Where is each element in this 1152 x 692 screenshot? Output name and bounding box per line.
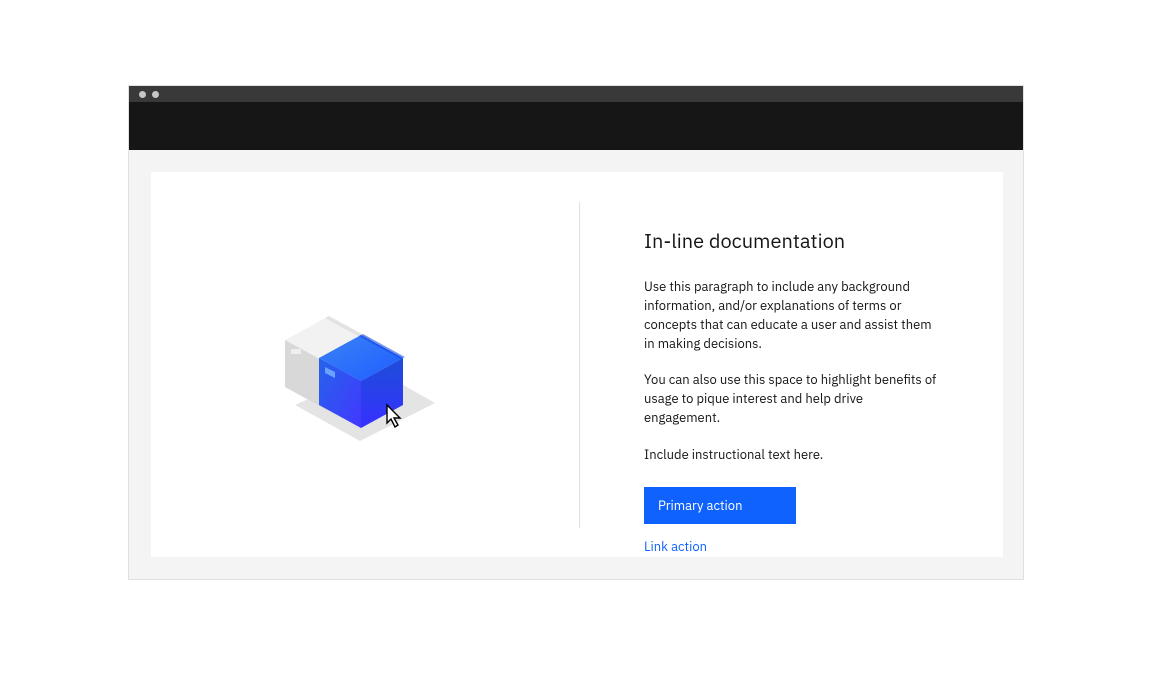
text-panel: In-line documentation Use this paragraph…	[580, 172, 1000, 557]
description-paragraph-2: You can also use this space to highlight…	[644, 371, 940, 428]
window-control-dot[interactable]	[139, 91, 146, 98]
empty-state-card: In-line documentation Use this paragraph…	[151, 172, 1003, 557]
instructional-text: Include instructional text here.	[644, 446, 940, 465]
window-control-dot[interactable]	[152, 91, 159, 98]
primary-action-button[interactable]: Primary action	[644, 487, 796, 524]
box-illustration	[275, 295, 455, 435]
illustration-panel	[151, 172, 579, 557]
content-area: In-line documentation Use this paragraph…	[129, 150, 1023, 579]
link-action[interactable]: Link action	[644, 538, 940, 555]
app-header	[129, 102, 1023, 150]
page-title: In-line documentation	[644, 228, 940, 254]
titlebar	[129, 86, 1023, 102]
browser-frame: In-line documentation Use this paragraph…	[128, 85, 1024, 580]
description-paragraph-1: Use this paragraph to include any backgr…	[644, 278, 940, 353]
